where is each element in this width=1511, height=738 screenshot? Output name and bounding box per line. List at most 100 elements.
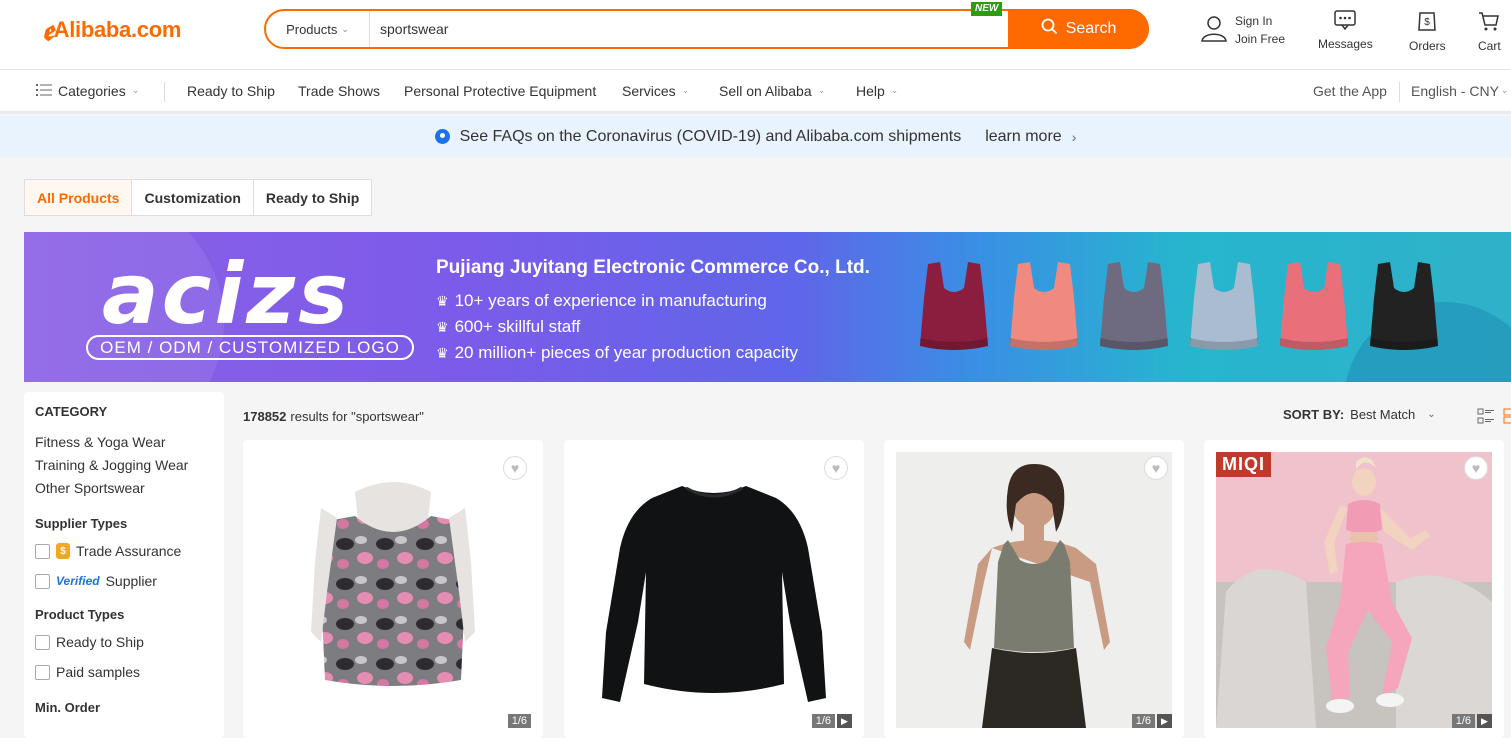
search-button[interactable]: Search [1008, 9, 1149, 49]
ready-to-ship-filter[interactable]: Ready to Ship [35, 632, 213, 652]
play-video-icon[interactable]: ▶ [1157, 714, 1172, 728]
favorite-heart-icon[interactable]: ♥ [503, 456, 527, 480]
filter-label: Ready to Ship [56, 634, 144, 650]
language-currency-select[interactable]: English - CNY ⌄ [1411, 83, 1508, 99]
nav-divider [164, 82, 165, 102]
paid-samples-filter[interactable]: Paid samples [35, 662, 213, 682]
banner-tagline: OEM / ODM / CUSTOMIZED LOGO [86, 335, 414, 360]
user-icon [1199, 13, 1229, 48]
chevron-down-icon: ⌄ [341, 23, 349, 34]
sort-by-value: Best Match [1350, 407, 1416, 422]
chevron-down-icon: ⌄ [681, 85, 690, 95]
alibaba-logo[interactable]: ꬲ Alibaba.com [42, 14, 181, 46]
results-count: 178852 [243, 408, 287, 424]
image-counter: 1/6 ▶ [811, 714, 852, 728]
image-counter: 1/6 ▶ [1131, 714, 1172, 728]
checkbox[interactable] [35, 664, 50, 680]
nav-ready-to-ship[interactable]: Ready to Ship [187, 83, 275, 99]
cart-link[interactable]: Cart [1478, 10, 1501, 53]
category-title: CATEGORY [35, 404, 108, 419]
trade-assurance-icon: $ [56, 543, 70, 559]
supplier-label: Supplier [105, 573, 157, 589]
sign-in-label[interactable]: Sign In [1235, 12, 1285, 30]
list-icon [36, 83, 52, 99]
svg-text:$: $ [1425, 17, 1431, 28]
get-the-app-link[interactable]: Get the App [1313, 83, 1387, 99]
crop-top-image[interactable] [255, 452, 531, 728]
covid-notice-bar: See FAQs on the Coronavirus (COVID-19) a… [0, 116, 1511, 157]
tank-top-model-image[interactable] [896, 452, 1172, 728]
play-video-icon[interactable]: ▶ [837, 714, 852, 728]
favorite-heart-icon[interactable]: ♥ [1144, 456, 1168, 480]
nav-ppe[interactable]: Personal Protective Equipment [404, 83, 596, 99]
pink-leggings-model-image[interactable]: MIQI [1216, 452, 1492, 728]
search-category-select[interactable]: Products ⌄ [266, 11, 370, 47]
categories-menu[interactable]: Categories ⌄ [36, 83, 139, 99]
get-the-app-label: Get the App [1313, 82, 1387, 99]
results-bar: 178852 results for "sportswear" SORT BY:… [243, 402, 1511, 430]
supplier-banner[interactable]: acizs OEM / ODM / CUSTOMIZED LOGO Pujian… [24, 232, 1511, 382]
favorite-heart-icon[interactable]: ♥ [824, 456, 848, 480]
orders-link[interactable]: $ Orders [1409, 10, 1446, 53]
image-counter-text: 1/6 [507, 714, 531, 728]
trade-assurance-filter[interactable]: $ Trade Assurance [35, 541, 213, 561]
sort-by-select[interactable]: SORT BY: Best Match ⌄ [1283, 407, 1436, 422]
image-counter-text: 1/6 [811, 714, 835, 728]
nav-item-label: Trade Shows [298, 82, 380, 99]
brand-tag: MIQI [1216, 452, 1271, 477]
product-filter-tabs: All Products Customization Ready to Ship [24, 179, 373, 216]
verified-supplier-filter[interactable]: Verified Supplier [35, 571, 213, 591]
product-card[interactable]: MIQI ♥ 1/6 ▶ [1204, 440, 1504, 738]
sports-bra-image [1004, 258, 1084, 354]
messages-link[interactable]: Messages [1318, 10, 1373, 51]
product-card[interactable]: ♥ 1/6 ▶ [564, 440, 864, 738]
nav-help[interactable]: Help ⌄ [856, 83, 898, 99]
tab-all-products[interactable]: All Products [25, 180, 133, 215]
tab-ready-to-ship[interactable]: Ready to Ship [254, 180, 371, 215]
category-link[interactable]: Training & Jogging Wear [35, 454, 213, 477]
checkbox[interactable] [35, 573, 50, 589]
checkbox[interactable] [35, 634, 50, 650]
sports-bra-image [1094, 258, 1174, 354]
nav-trade-shows[interactable]: Trade Shows [298, 83, 380, 99]
learn-more-link[interactable]: learn more [985, 128, 1061, 146]
long-sleeve-shirt-image[interactable] [576, 452, 852, 728]
nav-services[interactable]: Services ⌄ [622, 83, 689, 99]
cart-label: Cart [1478, 39, 1501, 53]
join-free-label[interactable]: Join Free [1235, 30, 1285, 48]
chevron-down-icon: ⌄ [131, 85, 140, 95]
notice-text: See FAQs on the Coronavirus (COVID-19) a… [459, 127, 962, 145]
nav-item-label: Sell on Alibaba [719, 82, 812, 99]
chevron-right-icon: › [1071, 128, 1077, 145]
banner-bullet-text: 10+ years of experience in manufacturing [454, 291, 767, 310]
filter-sidebar: CATEGORY Fitness & Yoga Wear Training & … [24, 392, 224, 738]
product-card[interactable]: ♥ 1/6 [243, 440, 543, 738]
search-input[interactable] [370, 11, 1109, 47]
nav-sell-on-alibaba[interactable]: Sell on Alibaba ⌄ [719, 83, 825, 99]
categories-label: Categories [58, 82, 126, 99]
favorite-heart-icon[interactable]: ♥ [1464, 456, 1488, 480]
crown-icon: ♛ [436, 345, 449, 361]
category-link[interactable]: Fitness & Yoga Wear [35, 431, 213, 454]
category-link[interactable]: Other Sportswear [35, 477, 213, 500]
chevron-down-icon: ⌄ [1500, 85, 1509, 95]
cart-icon [1478, 10, 1500, 35]
messages-label: Messages [1318, 37, 1373, 51]
logo-text: Alibaba.com [53, 17, 182, 42]
list-view-icon[interactable] [1477, 408, 1495, 427]
nav-item-label: Help [856, 82, 885, 99]
nav-item-label: Ready to Ship [187, 82, 275, 99]
sign-in-link[interactable]: Sign In Join Free [1199, 12, 1285, 48]
product-card[interactable]: ♥ 1/6 ▶ [884, 440, 1184, 738]
banner-brand-logo: acizs [102, 245, 352, 343]
view-toggle [1477, 408, 1511, 427]
checkbox[interactable] [35, 543, 50, 559]
grid-view-icon[interactable] [1503, 408, 1511, 427]
tab-customization[interactable]: Customization [132, 180, 254, 215]
nav-item-label: Personal Protective Equipment [404, 82, 597, 99]
image-counter: 1/6 [507, 714, 531, 728]
product-types-title: Product Types [35, 607, 125, 622]
play-video-icon[interactable]: ▶ [1477, 714, 1492, 728]
search-button-label: Search [1065, 20, 1117, 37]
banner-bullet-text: 20 million+ pieces of year production ca… [454, 343, 799, 362]
